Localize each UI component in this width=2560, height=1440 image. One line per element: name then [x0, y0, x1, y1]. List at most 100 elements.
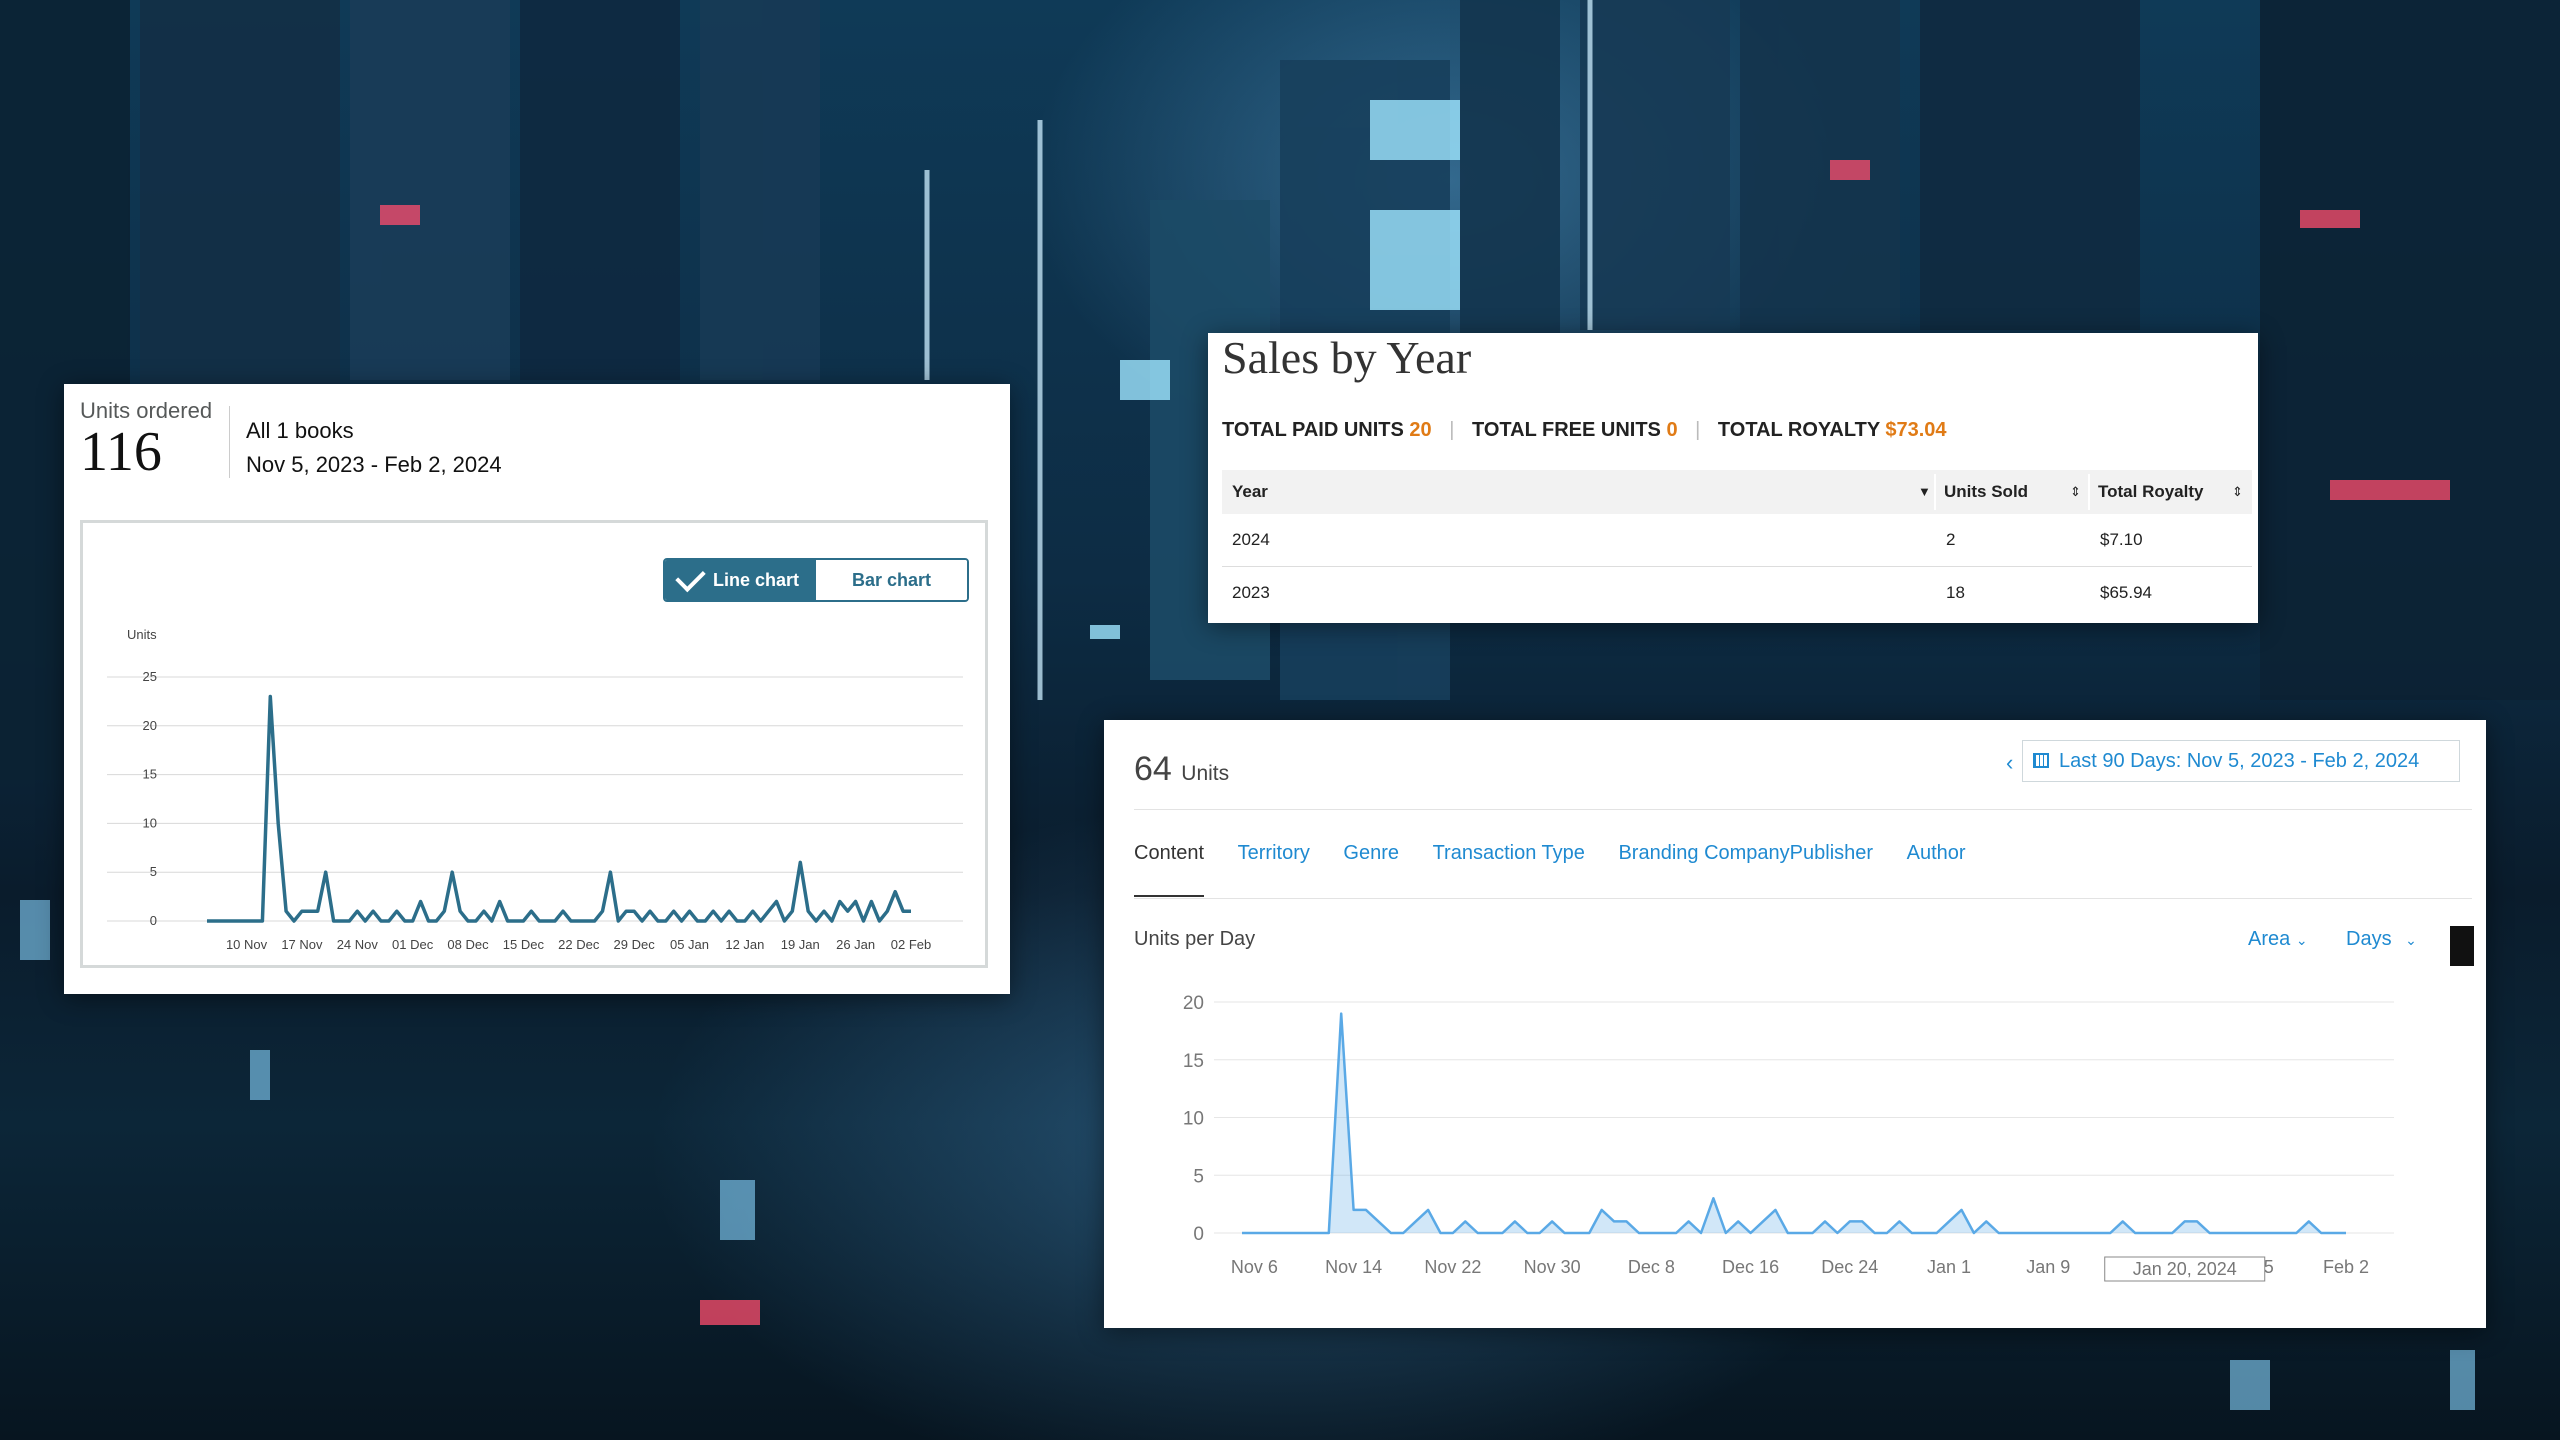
y-tick-label: 10: [1183, 1109, 1204, 1130]
y-tick-label: 15: [143, 767, 157, 782]
x-tick-label: Dec 24: [1821, 1257, 1878, 1277]
units-count: 64 Units: [1134, 750, 1229, 789]
tab-branding-company-publisher[interactable]: Branding CompanyPublisher: [1618, 842, 1873, 895]
column-header-year[interactable]: Year: [1232, 470, 1268, 514]
y-axis-title: Units: [127, 627, 157, 642]
x-tick-label: 15 Dec: [503, 937, 545, 952]
chevron-left-icon[interactable]: ‹: [2006, 750, 2013, 776]
table-header: Year ▼ Units Sold ⇕ Total Royalty ⇕: [1222, 470, 2252, 514]
royalty-cell: $65.94: [2100, 583, 2152, 602]
x-tick-label: Feb 2: [2323, 1257, 2369, 1277]
total-paid-value: 20: [1409, 419, 1432, 441]
x-tick-label: 10 Nov: [226, 937, 268, 952]
tab-bar: Content Territory Genre Transaction Type…: [1134, 842, 1994, 897]
total-royalty-label: TOTAL ROYALTY: [1717, 419, 1880, 441]
units-series-line: [1242, 1012, 2346, 1235]
x-tick-label: 22 Dec: [558, 937, 600, 952]
column-header-total-royalty[interactable]: Total Royalty: [2098, 470, 2203, 514]
x-tick-label: Nov 6: [1231, 1257, 1278, 1277]
totals-bar: TOTAL PAID UNITS 20 | TOTAL FREE UNITS 0…: [1222, 419, 1947, 442]
x-tick-label: Dec 8: [1628, 1257, 1675, 1277]
hover-date-label: Jan 20, 2024: [2133, 1259, 2237, 1279]
x-tick-label: 12 Jan: [725, 937, 764, 952]
year-link[interactable]: 2023: [1232, 567, 1270, 619]
y-tick-label: 10: [143, 815, 157, 830]
y-tick-label: 25: [143, 669, 157, 684]
x-tick-label: Dec 16: [1722, 1257, 1779, 1277]
year-link[interactable]: 2024: [1232, 514, 1270, 566]
tab-genre[interactable]: Genre: [1343, 842, 1399, 895]
total-free-label: TOTAL FREE UNITS: [1472, 419, 1661, 441]
x-tick-label: 19 Jan: [781, 937, 820, 952]
days-dropdown-label: Days: [2346, 928, 2392, 950]
units-ordered-line-chart: Units 0 5 10 15 20 25 10 Nov 17 Nov 24 Nov 01 Dec 0…: [107, 627, 963, 952]
sales-by-year-panel: Sales by Year TOTAL PAID UNITS 20 | TOTA…: [1208, 332, 2258, 623]
tab-transaction-type[interactable]: Transaction Type: [1433, 842, 1585, 895]
y-tick-label: 0: [150, 913, 157, 928]
books-label: All 1 books: [246, 418, 354, 443]
x-tick-label: 01 Dec: [392, 937, 434, 952]
tab-territory[interactable]: Territory: [1238, 842, 1310, 895]
area-dropdown-label: Area: [2248, 928, 2291, 950]
y-tick-label: 5: [1193, 1166, 1204, 1187]
royalty-cell: $7.10: [2100, 530, 2143, 549]
separator: |: [1449, 419, 1455, 441]
x-tick-label: 29 Dec: [614, 937, 656, 952]
units-ordered-panel: Units ordered 116 All 1 books Nov 5, 202…: [64, 384, 1010, 994]
sort-down-icon[interactable]: ▼: [1918, 470, 1931, 514]
units-sold-cell: 2: [1946, 530, 1956, 549]
y-tick-label: 5: [150, 864, 157, 879]
tab-divider: [1134, 898, 2472, 899]
date-range-picker[interactable]: Last 90 Days: Nov 5, 2023 - Feb 2, 2024: [2022, 740, 2460, 782]
vertical-divider: [229, 406, 230, 478]
x-tick-label: 02 Feb: [891, 937, 931, 952]
sort-icon[interactable]: ⇕: [2070, 470, 2081, 514]
total-free-value: 0: [1666, 419, 1678, 441]
line-chart-frame: Line chart Bar chart Units 0 5 10 15 20 25 10 N…: [80, 520, 988, 968]
x-tick-label: Nov 22: [1424, 1257, 1481, 1277]
area-dropdown[interactable]: Area ⌄: [2248, 928, 2308, 951]
units-ordered-value: 116: [80, 421, 162, 483]
total-paid-label: TOTAL PAID UNITS: [1222, 419, 1404, 441]
table-row: 2023 18 $65.94: [1222, 567, 2252, 619]
x-tick-label: 26 Jan: [836, 937, 875, 952]
total-royalty-value: $73.04: [1885, 419, 1947, 441]
y-tick-label: 0: [1193, 1224, 1204, 1245]
x-tick-label: Nov 30: [1524, 1257, 1581, 1277]
x-tick-label: Jan 1: [1927, 1257, 1971, 1277]
sort-icon[interactable]: ⇕: [2232, 470, 2243, 514]
column-header-units-sold[interactable]: Units Sold: [1944, 470, 2028, 514]
menu-button[interactable]: [2450, 926, 2474, 966]
units-count-unit: Units: [1181, 762, 1230, 785]
units-area-fill: [1242, 1013, 2346, 1233]
units-per-day-panel: 64 Units ‹ Last 90 Days: Nov 5, 2023 - F…: [1104, 720, 2486, 1328]
chevron-down-icon: ⌄: [2295, 932, 2308, 948]
chevron-down-icon: ⌄: [2405, 932, 2417, 948]
y-tick-label: 20: [143, 718, 157, 733]
table-row: 2024 2 $7.10: [1222, 514, 2252, 567]
date-range-text: Last 90 Days: Nov 5, 2023 - Feb 2, 2024: [2059, 750, 2420, 772]
sales-by-year-title: Sales by Year: [1222, 332, 1472, 383]
units-count-value: 64: [1134, 750, 1172, 788]
y-tick-label: 15: [1183, 1051, 1204, 1072]
tab-content[interactable]: Content: [1134, 842, 1205, 897]
y-tick-label: 20: [1183, 993, 1204, 1014]
units-per-day-area-chart: 0 5 10 15 20 Nov 6 Nov 14 Nov 22 Nov 30 Dec 8 Dec …: [1183, 993, 2394, 1282]
date-range-label: Nov 5, 2023 - Feb 2, 2024: [246, 452, 502, 477]
tab-author[interactable]: Author: [1907, 842, 1966, 895]
x-tick-label: 08 Dec: [447, 937, 489, 952]
x-tick-label: 05 Jan: [670, 937, 709, 952]
column-divider: [1934, 474, 1936, 510]
x-tick-label: 17 Nov: [281, 937, 323, 952]
header-divider: [1134, 809, 2472, 810]
units-sold-cell: 18: [1946, 583, 1965, 602]
separator: |: [1695, 419, 1701, 441]
column-divider: [2088, 474, 2090, 510]
x-tick-label: Nov 14: [1325, 1257, 1382, 1277]
x-tick-label: 24 Nov: [337, 937, 379, 952]
calendar-icon: [2033, 753, 2049, 768]
units-per-day-label: Units per Day: [1134, 928, 1256, 950]
units-series-line: [207, 694, 911, 923]
days-dropdown[interactable]: Days ⌄: [2346, 928, 2417, 951]
x-tick-label: Jan 9: [2026, 1257, 2070, 1277]
